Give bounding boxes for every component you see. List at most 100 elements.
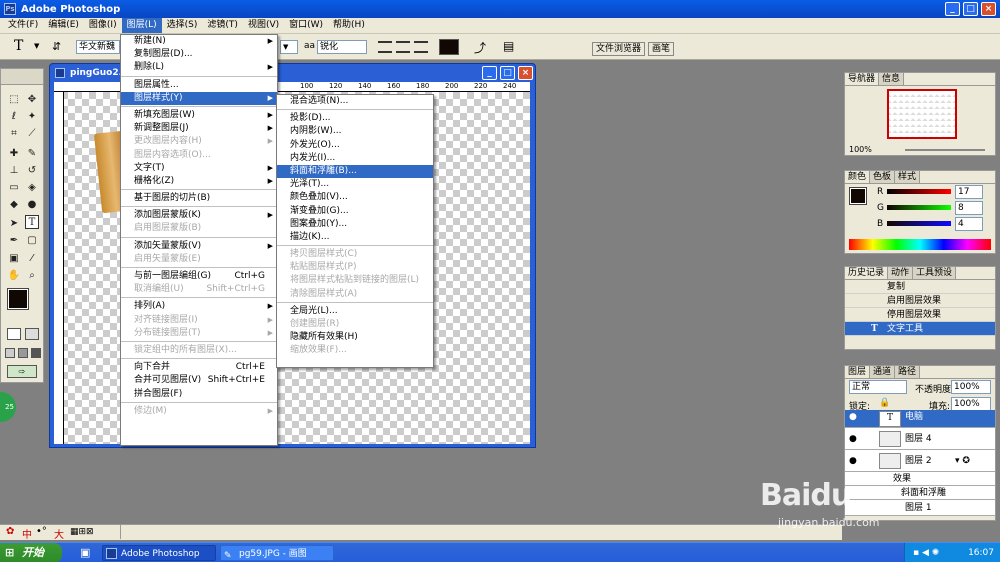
doc-minimize-icon[interactable]: _ <box>482 66 497 80</box>
path-select-icon[interactable]: ➤ <box>7 217 21 231</box>
layer-menu-item-8[interactable]: 新调整图层(J) ▶ <box>121 122 277 135</box>
ime-width[interactable]: 大 <box>54 526 64 541</box>
layer-menu-item-5[interactable]: 图层样式(Y) ▶ <box>121 91 277 105</box>
antialias-select[interactable]: 锐化 <box>317 40 367 54</box>
tab-paths[interactable]: 路径 <box>895 366 921 378</box>
eyedropper-tool-icon[interactable]: ⁄ <box>25 252 39 266</box>
layer-menu-item-0[interactable]: 新建(N) ▶ <box>121 35 277 48</box>
doc-maximize-icon[interactable]: □ <box>500 66 515 80</box>
style-menu-item-6[interactable]: 斜面和浮雕(B)... <box>277 164 433 179</box>
doc-close-icon[interactable]: × <box>518 66 533 80</box>
style-menu-item-4[interactable]: 外发光(O)... <box>277 139 433 152</box>
pen-tool-icon[interactable]: ✒ <box>7 234 21 248</box>
layer-menu-item-9[interactable]: 更改图层内容(H) ▶ <box>121 135 277 148</box>
screen-mode-full-menu-icon[interactable] <box>18 348 28 358</box>
text-orientation-icon[interactable]: ⇵ <box>52 40 61 53</box>
ime-mode[interactable]: 中 <box>22 526 32 541</box>
layer-menu-item-17[interactable]: 启用图层蒙版(B) <box>121 222 277 235</box>
layer-menu-item-16[interactable]: 添加图层蒙版(K) ▶ <box>121 209 277 222</box>
fill-input[interactable]: 100% <box>951 397 991 411</box>
navigator-zoom[interactable]: 100% <box>849 145 872 154</box>
style-menu-item-21[interactable]: 缩放效果(F)... <box>277 344 433 357</box>
style-menu-item-15[interactable]: 将图层样式粘贴到链接的图层(L) <box>277 274 433 287</box>
warp-text-icon[interactable]: ⤴ <box>474 39 486 56</box>
tab-navigator[interactable]: 导航器 <box>845 73 880 85</box>
dodge-tool-icon[interactable]: ● <box>25 198 39 212</box>
start-button[interactable]: ⊞ 开始 <box>0 543 62 562</box>
r-input[interactable]: 17 <box>955 185 983 199</box>
g-slider[interactable] <box>887 205 951 210</box>
text-color-swatch[interactable] <box>439 39 459 55</box>
layer-menu-item-26[interactable]: 对齐链接图层(I) ▶ <box>121 314 277 327</box>
layer-menu-item-4[interactable]: 图层属性... <box>121 79 277 92</box>
show-desktop-icon[interactable]: ▣ <box>80 546 90 559</box>
tab-layers[interactable]: 图层 <box>845 366 871 378</box>
eye-icon[interactable]: ● <box>849 450 857 472</box>
zoom-slider[interactable] <box>905 149 985 151</box>
align-left-icon[interactable] <box>378 41 392 53</box>
style-menu-item-10[interactable]: 图案叠加(Y)... <box>277 218 433 231</box>
layer-menu-item-35[interactable]: 修边(M) ▶ <box>121 405 277 418</box>
menu-select[interactable]: 选择(S) <box>162 18 203 33</box>
magic-wand-tool-icon[interactable]: ✦ <box>25 110 39 124</box>
layer-menu-item-20[interactable]: 启用矢量蒙版(E) <box>121 253 277 266</box>
text-tool-icon[interactable]: T <box>14 38 23 54</box>
task-photoshop[interactable]: Adobe Photoshop <box>102 545 216 561</box>
tab-brushes[interactable]: 画笔 <box>648 42 675 56</box>
tray-clock[interactable]: 16:07 <box>968 548 994 558</box>
font-size-select[interactable]: ▼ <box>280 40 298 54</box>
lasso-tool-icon[interactable]: ℓ <box>7 110 21 124</box>
layer-menu-item-31[interactable]: 向下合并 Ctrl+E <box>121 361 277 374</box>
screen-mode-standard-icon[interactable] <box>5 348 15 358</box>
screen-mode-full-icon[interactable] <box>31 348 41 358</box>
history-item[interactable]: 停用图层效果 <box>845 308 995 322</box>
navigator-preview[interactable] <box>887 89 957 139</box>
b-slider[interactable] <box>887 221 951 226</box>
menu-view[interactable]: 视图(V) <box>243 18 284 33</box>
tab-tool-presets[interactable]: 工具预设 <box>913 267 957 279</box>
effect-item[interactable]: 斜面和浮雕 <box>845 486 995 500</box>
align-center-icon[interactable] <box>396 41 410 53</box>
menu-file[interactable]: 文件(F) <box>3 18 43 33</box>
tab-info[interactable]: 信息 <box>879 73 905 85</box>
tray-icons[interactable]: ▪ ◀ ✺ <box>913 543 939 562</box>
layer-menu-item-32[interactable]: 合并可见图层(V) Shift+Ctrl+E <box>121 374 277 387</box>
layer-menu-item-1[interactable]: 复制图层(D)... <box>121 48 277 61</box>
color-spectrum-bar[interactable] <box>849 239 991 250</box>
notes-tool-icon[interactable]: ▣ <box>7 252 21 266</box>
effects-icon[interactable]: ▾ ✪ <box>955 450 970 472</box>
move-tool-icon[interactable]: ✥ <box>25 93 39 107</box>
zoom-tool-icon[interactable]: ⌕ <box>25 269 39 283</box>
history-item[interactable]: 启用图层效果 <box>845 294 995 308</box>
brush-tool-icon[interactable]: ✎ <box>25 147 39 161</box>
palettes-icon[interactable]: ▤ <box>503 39 514 53</box>
tab-file-browser[interactable]: 文件浏览器 <box>592 42 646 56</box>
font-family-select[interactable]: 华文新魏 <box>76 40 120 54</box>
foreground-color-swatch[interactable] <box>7 288 29 310</box>
tab-actions[interactable]: 动作 <box>888 267 914 279</box>
lock-icon[interactable]: 🔒 <box>879 398 890 408</box>
punctuation-icon[interactable]: •° <box>36 526 47 537</box>
style-menu-item-20[interactable]: 隐藏所有效果(H) <box>277 331 433 344</box>
history-brush-icon[interactable]: ↺ <box>25 164 39 178</box>
layer-row[interactable]: ● 图层 4 <box>845 428 995 450</box>
style-menu-item-7[interactable]: 光泽(T)... <box>277 178 433 191</box>
blur-tool-icon[interactable]: ◆ <box>7 198 21 212</box>
history-item[interactable]: 复制 <box>845 280 995 294</box>
layer-row[interactable]: ● T 电脑 <box>845 410 995 428</box>
tab-swatches[interactable]: 色板 <box>870 171 896 183</box>
layer-menu-item-7[interactable]: 新填充图层(W) ▶ <box>121 109 277 122</box>
layer-menu-item-27[interactable]: 分布链接图层(T) ▶ <box>121 327 277 340</box>
color-foreground-swatch[interactable] <box>849 187 867 205</box>
paint-bucket-icon[interactable]: ◈ <box>25 181 39 195</box>
task-paint[interactable]: ✎ pg59.JPG - 画图 <box>220 545 334 561</box>
style-menu-item-14[interactable]: 粘贴图层样式(P) <box>277 261 433 274</box>
align-right-icon[interactable] <box>414 41 428 53</box>
menu-help[interactable]: 帮助(H) <box>328 18 370 33</box>
blend-mode-select[interactable]: 正常 <box>849 380 907 394</box>
slice-tool-icon[interactable]: ⟋ <box>25 127 39 141</box>
crop-tool-icon[interactable]: ⌗ <box>7 127 21 141</box>
tab-color[interactable]: 颜色 <box>845 171 871 183</box>
standard-mode-icon[interactable] <box>7 328 21 340</box>
layer-menu-item-23[interactable]: 取消编组(U) Shift+Ctrl+G <box>121 283 277 296</box>
